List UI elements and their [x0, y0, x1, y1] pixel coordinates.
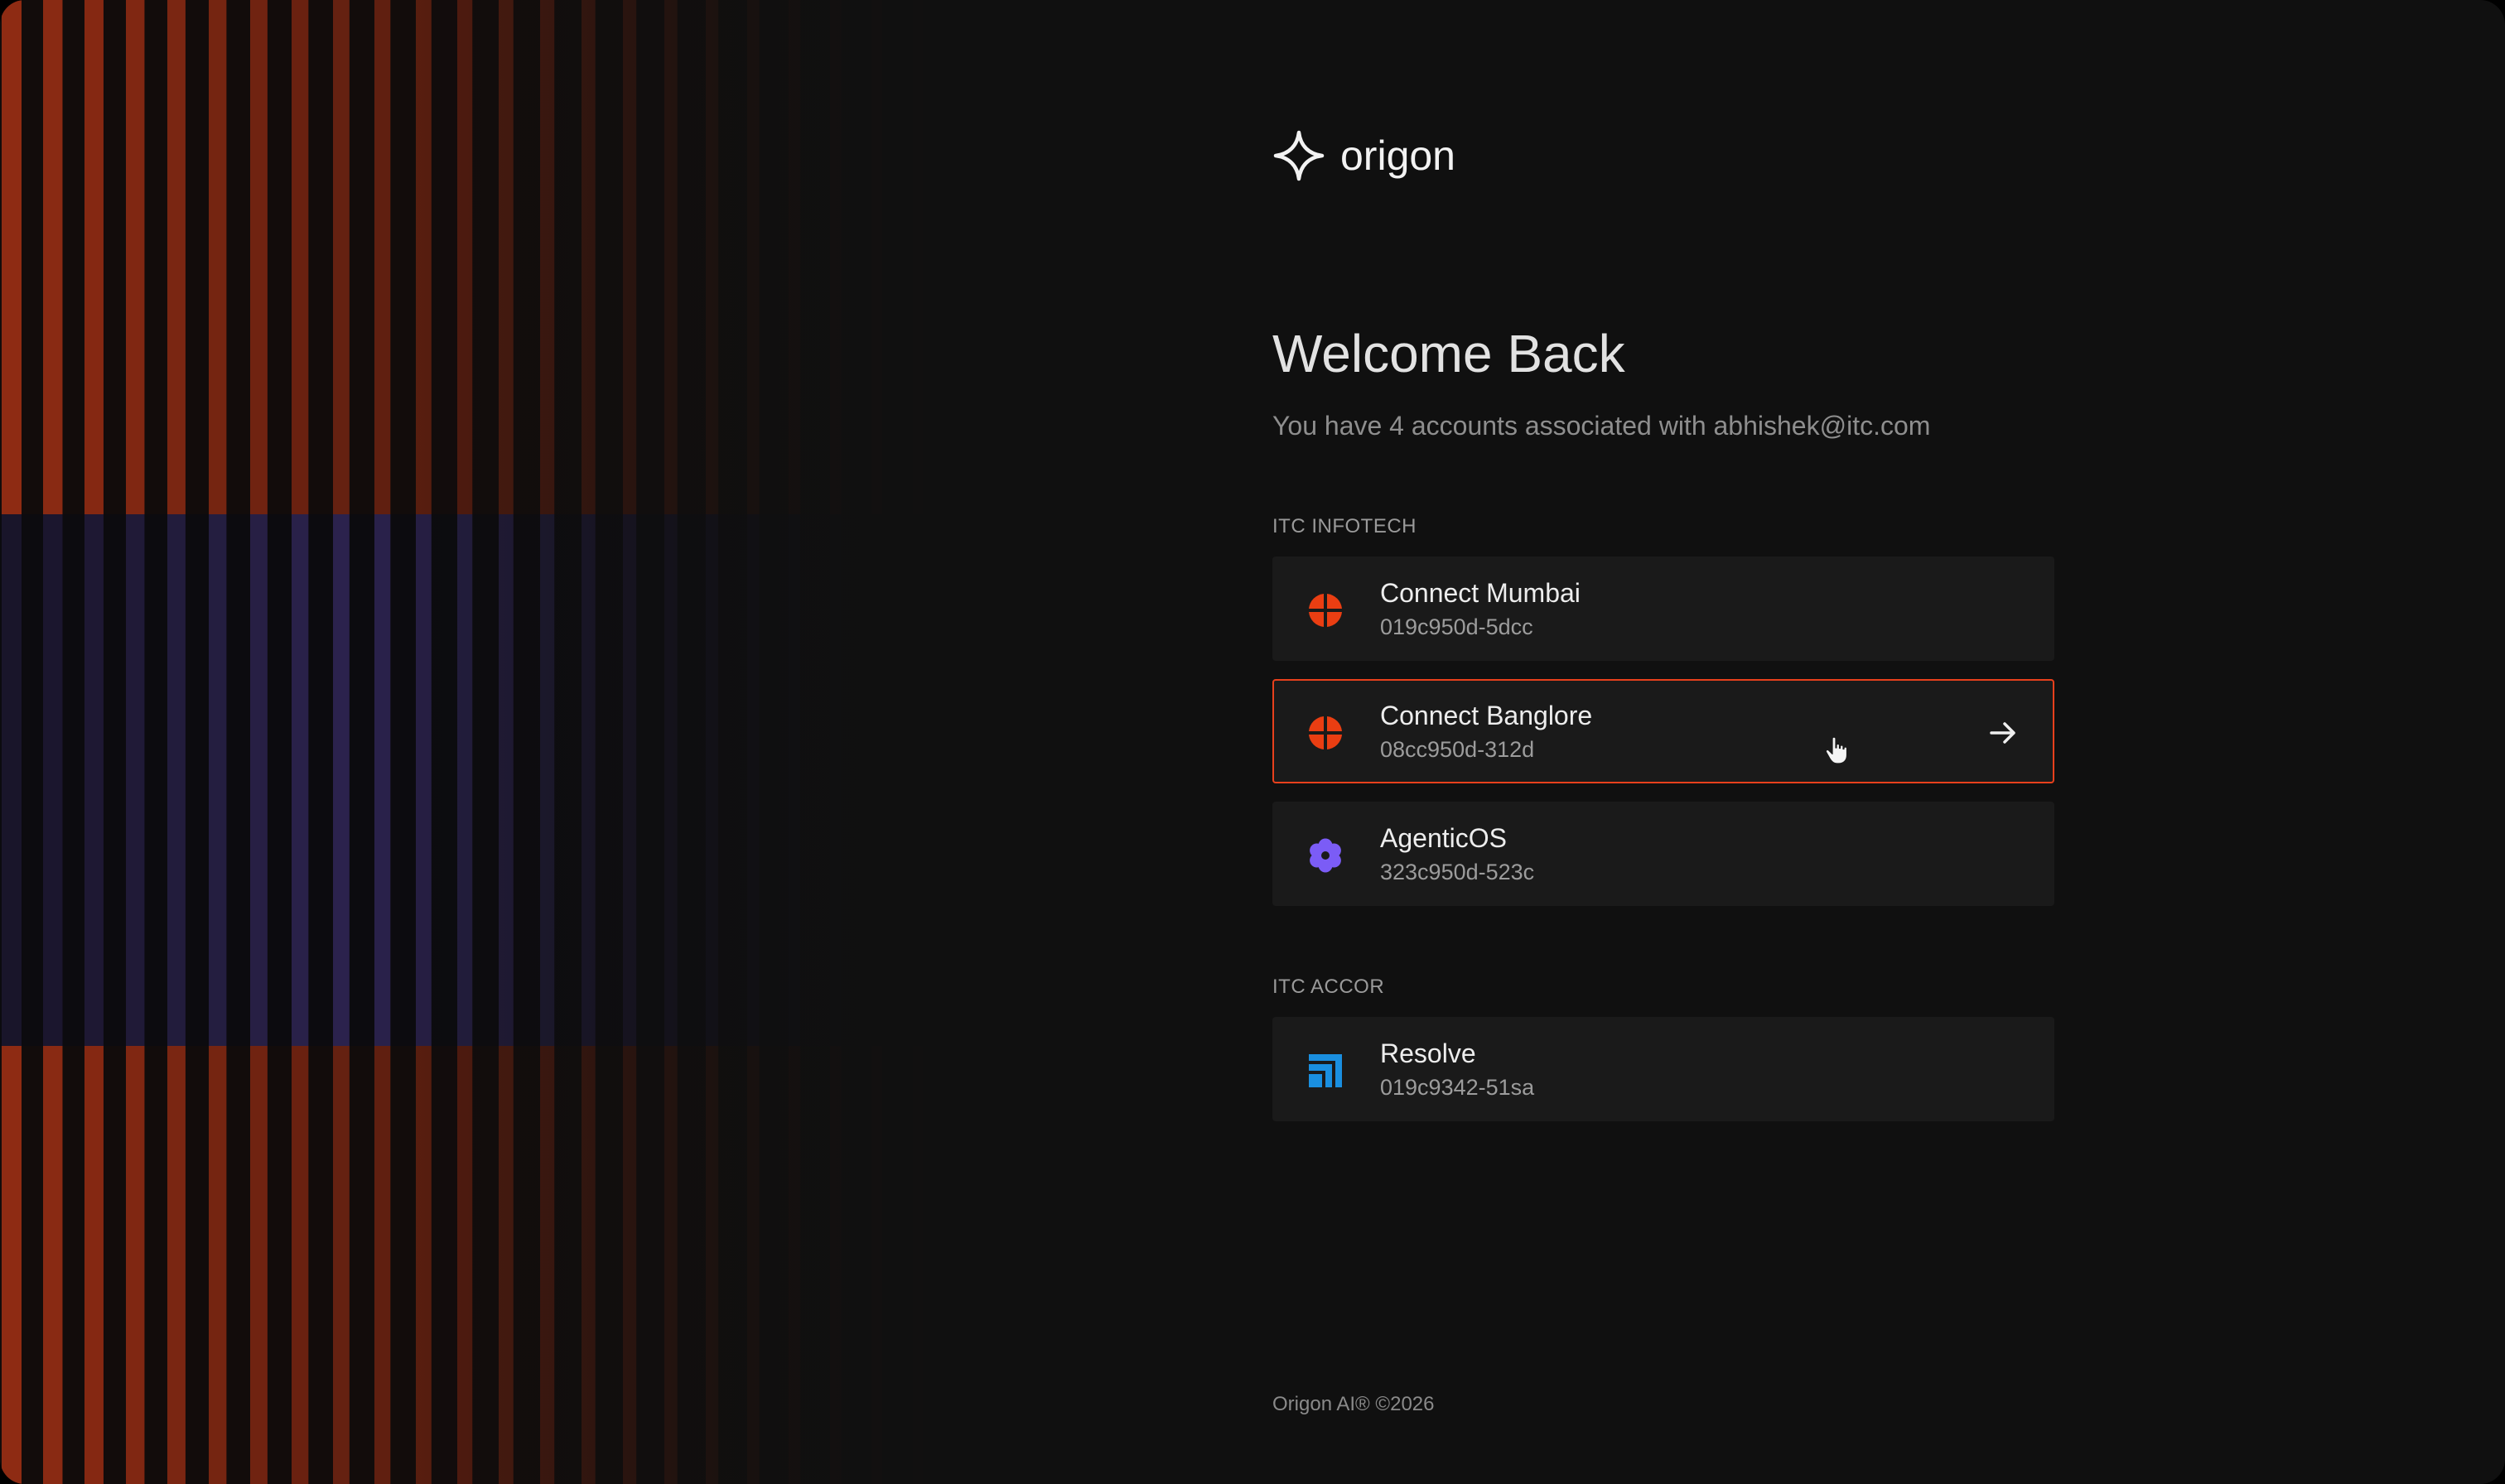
account-name: Connect Banglore: [1380, 701, 1593, 730]
page-subtitle: You have 4 accounts associated with abhi…: [1272, 411, 1931, 441]
account-name: Connect Mumbai: [1380, 578, 1581, 608]
brand-logo[interactable]: origon: [1272, 129, 1455, 182]
account-card-resolve[interactable]: Resolve 019c9342-51sa: [1272, 1017, 2054, 1121]
page-title: Welcome Back: [1272, 324, 1625, 383]
account-card-agenticos[interactable]: AgenticOS 323c950d-523c: [1272, 802, 2054, 906]
account-picker: origon Welcome Back You have 4 accounts …: [1272, 0, 2054, 1484]
group-label-itc-accor: ITC ACCOR: [1272, 976, 1385, 998]
account-name: Resolve: [1380, 1038, 1476, 1068]
hand-pointer-icon: [1824, 735, 1849, 765]
arrow-right-icon[interactable]: [1986, 716, 2020, 749]
account-card-connect-mumbai[interactable]: Connect Mumbai 019c950d-5dcc: [1272, 556, 2054, 661]
connect-logo-icon: [1307, 592, 1344, 629]
resolve-logo-icon: [1307, 1053, 1344, 1089]
account-id: 019c9342-51sa: [1380, 1075, 1535, 1100]
group-label-itc-infotech: ITC INFOTECH: [1272, 515, 1417, 537]
brand-name: origon: [1340, 132, 1455, 179]
sparkle-star-icon: [1273, 130, 1325, 181]
account-name: AgenticOS: [1380, 823, 1507, 853]
agenticos-flower-icon: [1307, 837, 1344, 874]
account-id: 08cc950d-312d: [1380, 737, 1535, 762]
account-id: 019c950d-5dcc: [1380, 614, 1533, 639]
account-id: 323c950d-523c: [1380, 860, 1535, 884]
footer-copyright: Origon AI® ©2026: [1272, 1393, 1435, 1415]
login-app: origon Welcome Back You have 4 accounts …: [0, 0, 2505, 1484]
connect-logo-icon: [1307, 715, 1344, 751]
stripe-fade-overlay: [0, 0, 994, 1484]
account-card-connect-banglore[interactable]: Connect Banglore 08cc950d-312d: [1272, 679, 2054, 783]
